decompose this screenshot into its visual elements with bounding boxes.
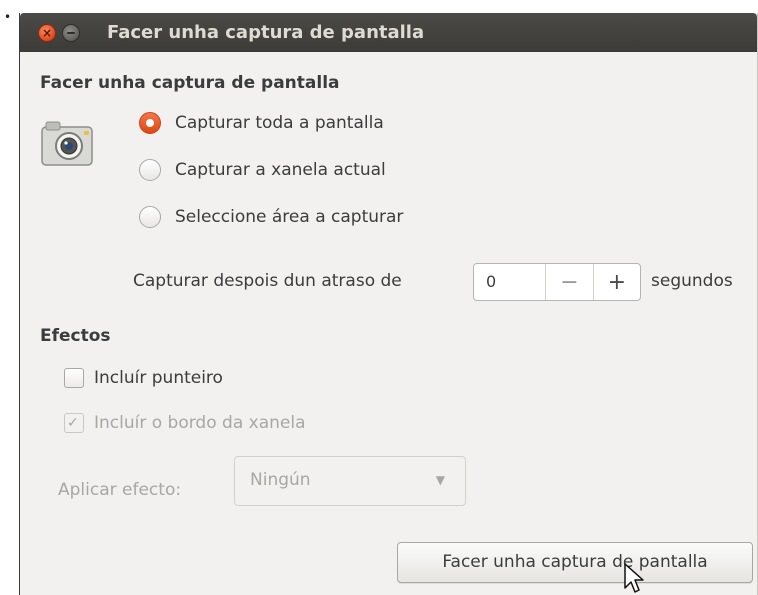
effects-heading: Efectos	[40, 326, 111, 346]
include-border-label: Incluír o bordo da xanela	[94, 413, 306, 433]
increment-button[interactable]: +	[592, 264, 640, 300]
mouse-pointer-icon	[624, 563, 644, 593]
include-border-option: ✓ Incluír o bordo da xanela	[64, 413, 306, 433]
radio-whole-screen[interactable]	[139, 112, 161, 134]
camera-icon	[41, 121, 93, 166]
minimize-button[interactable]	[62, 24, 80, 42]
checkmark-icon: ✓	[67, 415, 79, 431]
window-title: Facer unha captura de pantalla	[107, 22, 425, 43]
apply-effect-value: Ningún	[250, 470, 311, 490]
delay-value-input[interactable]: 0	[474, 264, 545, 300]
radio-select-area[interactable]	[139, 206, 161, 228]
take-screenshot-button[interactable]: Facer unha captura de pantalla	[397, 542, 753, 583]
option-label: Capturar toda a pantalla	[175, 113, 384, 133]
titlebar: × Facer unha captura de pantalla	[20, 13, 757, 52]
option-capture-current-window[interactable]: Capturar a xanela actual	[139, 159, 386, 181]
include-pointer-label: Incluír punteiro	[94, 368, 223, 388]
radio-current-window[interactable]	[139, 159, 161, 181]
option-label: Capturar a xanela actual	[175, 160, 386, 180]
apply-effect-dropdown: Ningún ▼	[234, 456, 466, 506]
decrement-button[interactable]: −	[545, 264, 592, 300]
screenshot-dialog: × Facer unha captura de pantalla Facer u…	[19, 13, 758, 595]
include-pointer-checkbox[interactable]	[64, 368, 84, 388]
apply-effect-label: Aplicar efecto:	[58, 480, 182, 500]
option-label: Seleccione área a capturar	[175, 207, 404, 227]
close-button[interactable]: ×	[38, 24, 56, 42]
delay-label: Capturar despois dun atraso de	[133, 271, 402, 291]
delay-spinbox[interactable]: 0 − +	[473, 263, 641, 301]
close-icon: ×	[41, 26, 53, 40]
delay-unit-label: segundos	[651, 271, 733, 291]
chevron-down-icon: ▼	[435, 473, 445, 487]
list-bullet: •	[4, 10, 12, 24]
include-border-checkbox: ✓	[64, 413, 84, 433]
capture-section-heading: Facer unha captura de pantalla	[40, 73, 340, 93]
option-capture-whole-screen[interactable]: Capturar toda a pantalla	[139, 112, 384, 134]
include-pointer-option[interactable]: Incluír punteiro	[64, 368, 223, 388]
option-select-area[interactable]: Seleccione área a capturar	[139, 206, 403, 228]
